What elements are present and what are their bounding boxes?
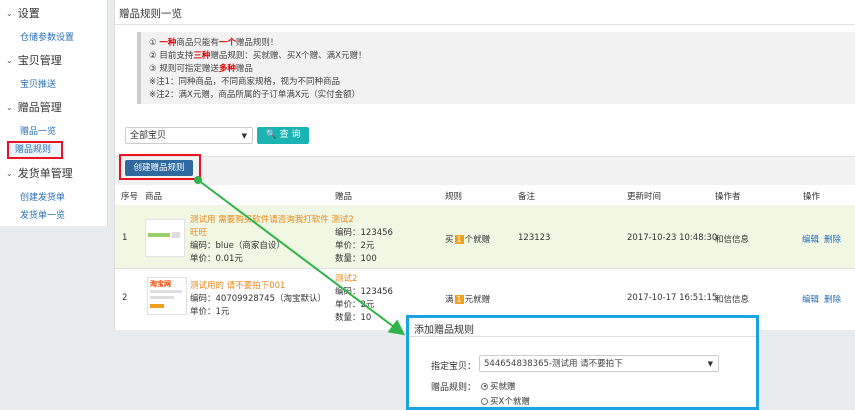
radio-buy-gift[interactable]: 买就赠 [481,380,516,392]
product-select[interactable]: 544654838365-测试用 请不要拍下 ▼ [479,355,719,372]
radio-unchecked-icon [481,397,488,405]
product-select-value: 544654838365-测试用 请不要拍下 [484,359,623,369]
rule-label: 赠品规则： [431,383,477,393]
radio-buy-x-gift[interactable]: 买X个就赠 [481,395,530,407]
divider [409,336,756,337]
arrow-line [197,179,406,336]
chevron-down-icon: ▼ [707,360,713,368]
radio-label: 买X个就赠 [490,397,530,407]
radio-checked-icon [481,382,488,390]
dialog-title: 添加赠品规则 [414,325,474,336]
add-gift-rule-dialog: 添加赠品规则 指定宝贝： 544654838365-测试用 请不要拍下 ▼ 赠品… [406,315,759,410]
product-label: 指定宝贝： [431,362,477,372]
radio-label: 买就赠 [490,382,516,392]
